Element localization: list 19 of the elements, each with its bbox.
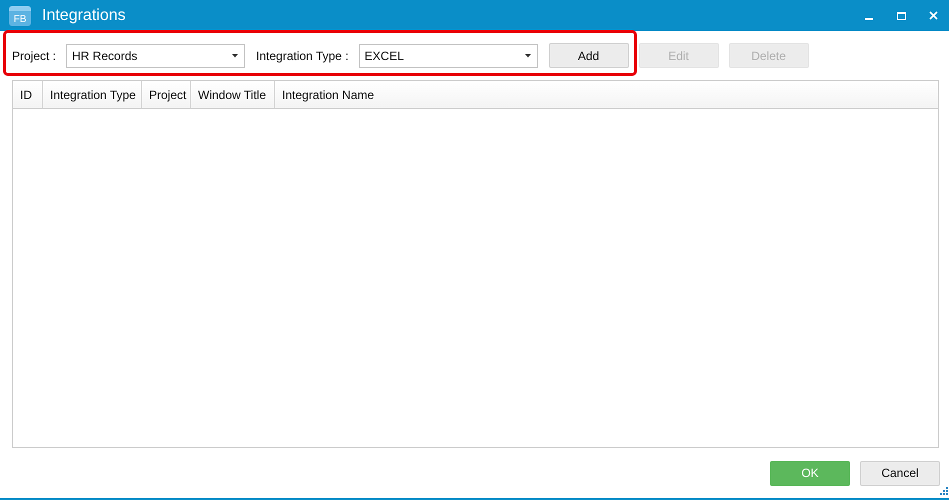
column-header[interactable]: Integration Type xyxy=(43,81,142,108)
column-header[interactable]: Project xyxy=(142,81,191,108)
column-header[interactable]: Window Title xyxy=(191,81,275,108)
project-label: Project : xyxy=(12,48,56,62)
minimize-icon xyxy=(865,18,873,20)
close-icon xyxy=(928,11,938,20)
column-header[interactable]: ID xyxy=(13,81,43,108)
caret-icon xyxy=(232,54,238,58)
column-header[interactable]: Integration Name xyxy=(275,81,938,108)
resize-grip-icon xyxy=(939,486,948,495)
integration-type-label: Integration Type : xyxy=(256,48,349,62)
caret-icon xyxy=(524,54,531,58)
project-dropdown[interactable]: HR Records xyxy=(66,44,246,68)
dialog-button[interactable]: Cancel xyxy=(860,460,940,486)
app-logo: FB xyxy=(9,6,31,26)
window-title: Integrations xyxy=(42,6,126,24)
toolbar-button[interactable]: Add xyxy=(548,43,629,68)
integration-type-dropdown[interactable]: EXCEL xyxy=(358,44,538,68)
maximize-icon xyxy=(896,12,906,20)
